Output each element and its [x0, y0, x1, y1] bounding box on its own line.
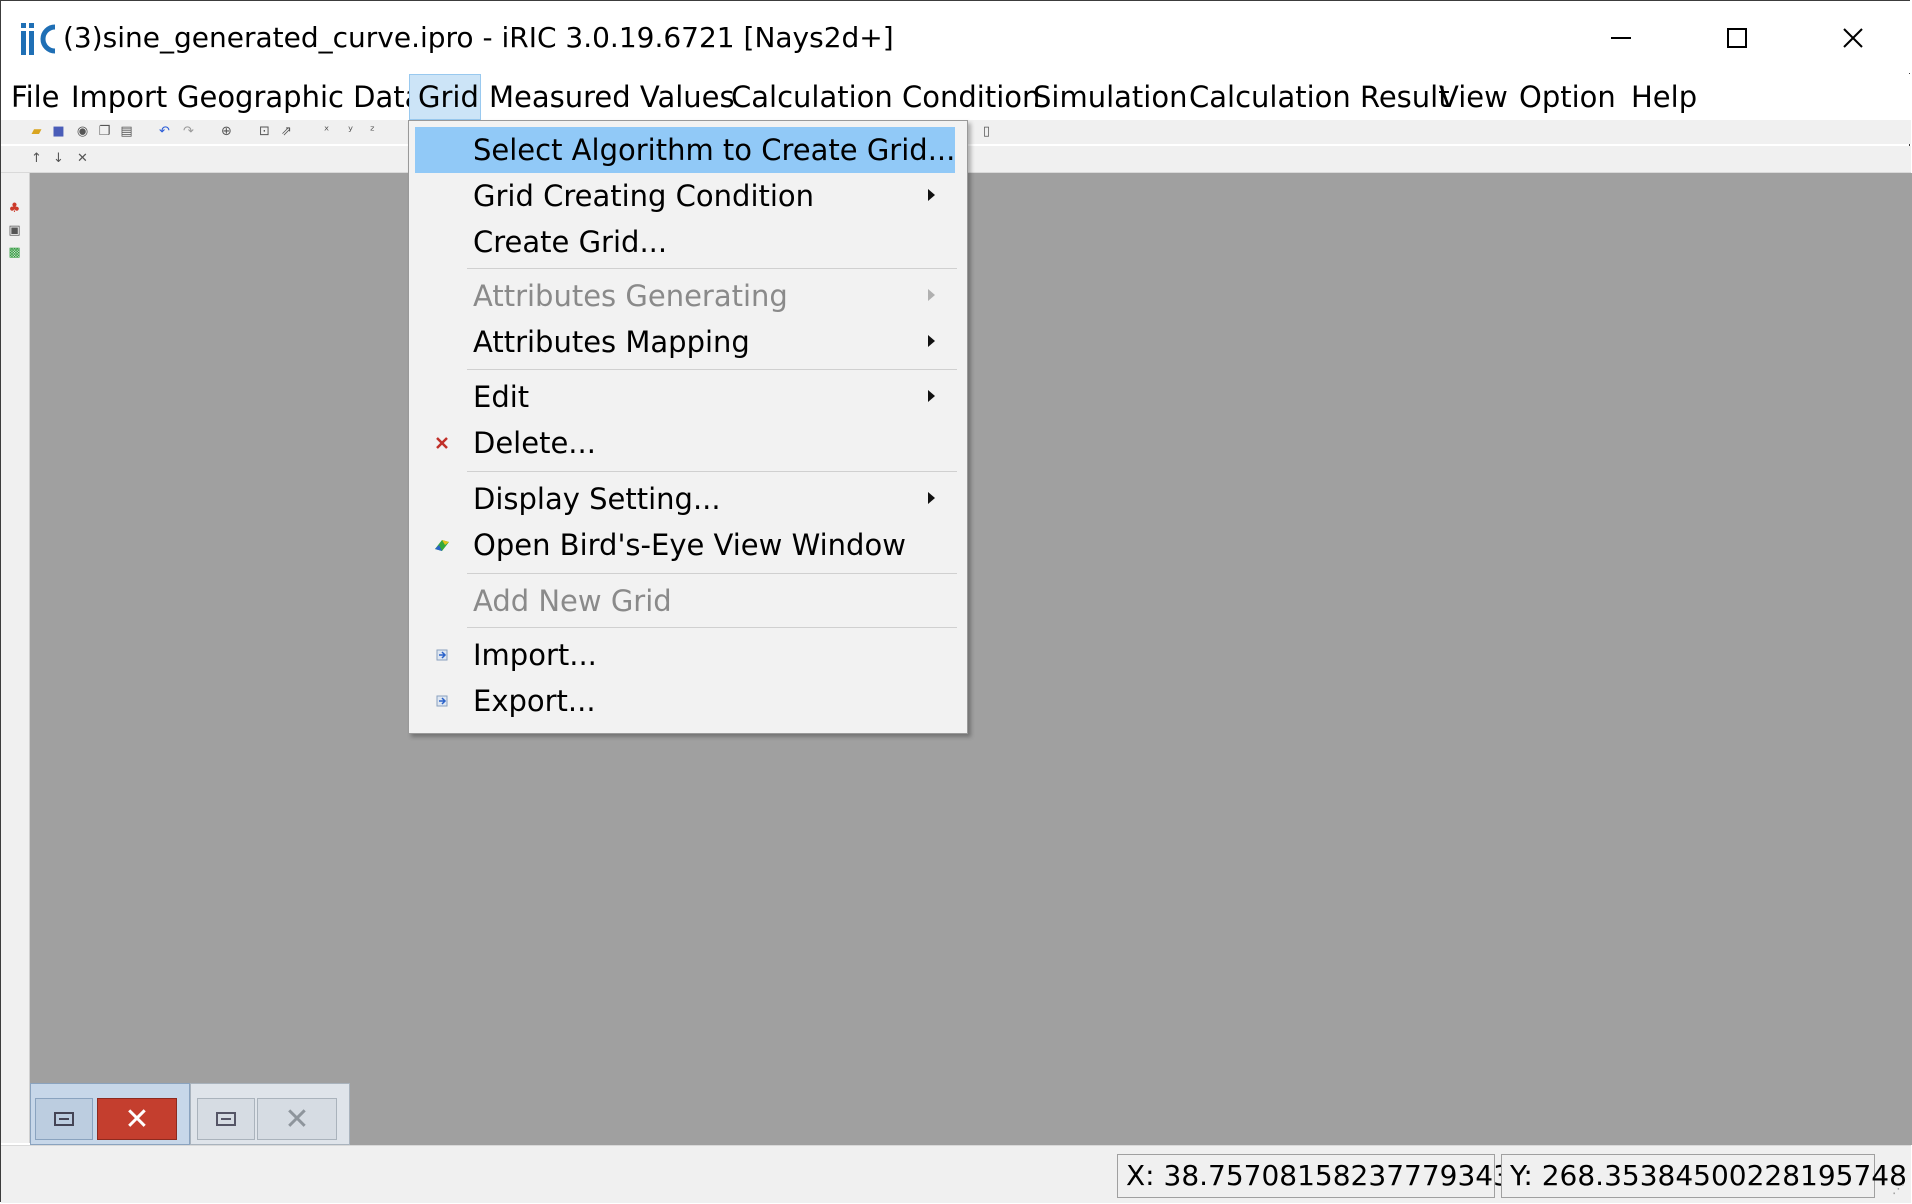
menu-item-delete[interactable]: Delete...: [415, 420, 955, 466]
submenu-arrow-icon: [928, 390, 935, 402]
menu-separator: [467, 268, 957, 269]
axis-x-icon[interactable]: ˣ: [319, 124, 334, 139]
menu-item-import[interactable]: Import...: [415, 632, 955, 678]
mdi-workspace: [30, 173, 1912, 1145]
menu-bar: File Import Geographic Data Grid Measure…: [1, 74, 1911, 120]
colormap-icon[interactable]: ▩: [7, 245, 22, 260]
left-dock-strip: ♣ ▣ ▩: [1, 173, 30, 1143]
menu-item-grid-creating-condition[interactable]: Grid Creating Condition: [415, 173, 955, 219]
menu-simulation[interactable]: Simulation: [1025, 74, 1195, 120]
undo-icon[interactable]: ↶: [157, 124, 172, 139]
export-icon: [431, 690, 453, 712]
minimize-button[interactable]: [1563, 2, 1679, 74]
submenu-arrow-icon: [928, 335, 935, 347]
restore-icon: [216, 1112, 236, 1126]
menu-separator: [467, 369, 957, 370]
menu-import[interactable]: Import: [63, 74, 175, 120]
menu-item-edit[interactable]: Edit: [415, 374, 955, 420]
fit-icon[interactable]: ⊡: [257, 124, 272, 139]
menu-item-open-birds-eye-view[interactable]: Open Bird's-Eye View Window: [415, 522, 955, 568]
status-x-coordinate: X: 38.757081582377793438: [1117, 1154, 1529, 1198]
minimize-icon: [1611, 37, 1631, 39]
submenu-arrow-icon: [928, 492, 935, 504]
menu-measured-values[interactable]: Measured Values: [481, 74, 743, 120]
minimized-close-button[interactable]: ✕: [97, 1098, 177, 1140]
status-y-coordinate: Y: 268.35384500228195748: [1501, 1154, 1907, 1198]
object-browser-icon[interactable]: ♣: [7, 201, 22, 216]
birds-eye-view-icon: [431, 534, 453, 556]
menu-calculation-condition[interactable]: Calculation Condition: [723, 74, 1048, 120]
toolbar-extra-icon[interactable]: ▯: [979, 124, 994, 139]
submenu-arrow-icon: [928, 189, 935, 201]
title-bar[interactable]: (3)sine_generated_curve.ipro - iRIC 3.0.…: [1, 1, 1911, 73]
axis-z-icon[interactable]: ᶻ: [365, 124, 380, 139]
maximize-icon: [1727, 28, 1747, 48]
menu-item-add-new-grid[interactable]: Add New Grid: [415, 578, 955, 624]
menu-item-display-setting[interactable]: Display Setting...: [415, 476, 955, 522]
arrow-down-icon[interactable]: ↓: [51, 151, 66, 166]
minimized-close-button[interactable]: ✕: [257, 1098, 337, 1140]
maximize-button[interactable]: [1679, 2, 1795, 74]
copy-icon[interactable]: ❐: [97, 124, 112, 139]
menu-item-export[interactable]: Export...: [415, 678, 955, 724]
menu-geographic-data[interactable]: Geographic Data: [169, 74, 430, 120]
zoom-icon[interactable]: ⊕: [219, 124, 234, 139]
menu-view[interactable]: View: [1431, 74, 1516, 120]
menu-item-select-algorithm[interactable]: Select Algorithm to Create Grid...: [415, 127, 955, 173]
menu-item-attributes-generating[interactable]: Attributes Generating: [415, 273, 955, 319]
export-image-icon[interactable]: ⇗: [279, 124, 294, 139]
redo-icon[interactable]: ↷: [181, 124, 196, 139]
submenu-arrow-icon: [928, 289, 935, 301]
property-icon[interactable]: ▣: [7, 223, 22, 238]
grid-dropdown-menu: Select Algorithm to Create Grid... Grid …: [408, 120, 968, 734]
menu-separator: [467, 627, 957, 628]
menu-separator: [467, 471, 957, 472]
status-bar: X: 38.757081582377793438 Y: 268.35384500…: [1, 1145, 1911, 1203]
arrow-up-icon[interactable]: ↑: [29, 151, 44, 166]
menu-calculation-result[interactable]: Calculation Result: [1181, 74, 1458, 120]
menu-item-create-grid[interactable]: Create Grid...: [415, 219, 955, 265]
delete-icon: [431, 432, 453, 454]
menu-item-attributes-mapping[interactable]: Attributes Mapping: [415, 319, 955, 365]
close-button[interactable]: [1795, 2, 1911, 74]
menu-option[interactable]: Option: [1511, 74, 1624, 120]
menu-grid[interactable]: Grid: [409, 74, 481, 120]
iric-logo-icon: [19, 19, 59, 59]
save-icon[interactable]: ■: [51, 124, 66, 139]
resize-grip-icon[interactable]: ⋰: [1891, 1182, 1906, 1197]
menu-file[interactable]: File: [3, 74, 68, 120]
print-icon[interactable]: ▤: [119, 124, 134, 139]
restore-icon: [54, 1112, 74, 1126]
menu-help[interactable]: Help: [1623, 74, 1705, 120]
snapshot-icon[interactable]: ◉: [75, 124, 90, 139]
menu-separator: [467, 573, 957, 574]
restore-button[interactable]: [35, 1098, 93, 1140]
axis-y-icon[interactable]: ʸ: [343, 124, 358, 139]
window-title: (3)sine_generated_curve.ipro - iRIC 3.0.…: [63, 21, 894, 54]
close-icon: [1843, 28, 1863, 48]
open-icon[interactable]: ▰: [29, 124, 44, 139]
minimized-window-1[interactable]: ✕: [30, 1083, 190, 1145]
import-icon: [431, 644, 453, 666]
restore-button[interactable]: [197, 1098, 255, 1140]
remove-icon[interactable]: ✕: [75, 151, 90, 166]
minimized-window-2[interactable]: ✕: [190, 1083, 350, 1145]
